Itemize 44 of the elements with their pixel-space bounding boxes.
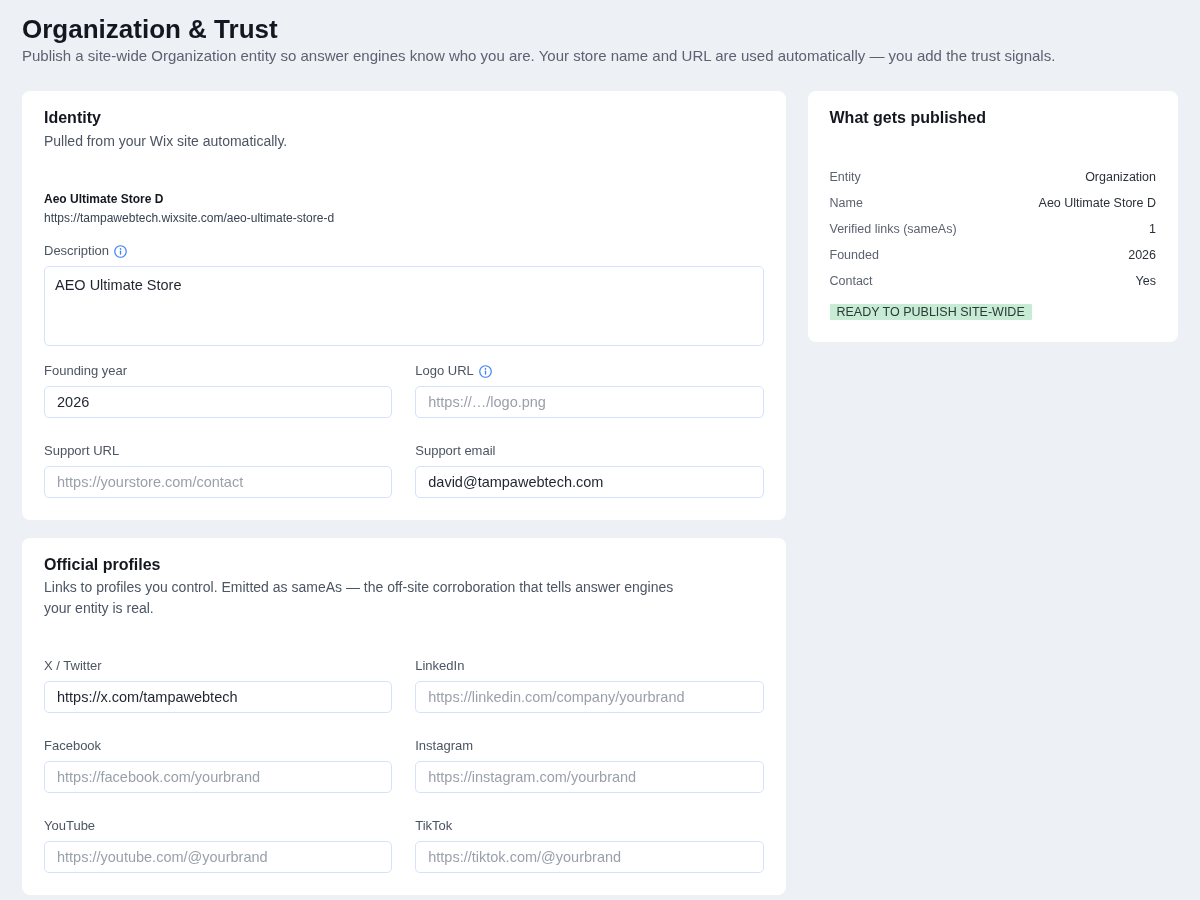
input-field[interactable]: https://facebook.com/yourbrand [44,761,393,793]
summary-value: 2026 [1128,246,1156,264]
input-field[interactable]: https://tiktok.com/@yourbrand [415,841,764,873]
page-subtitle: Publish a site-wide Organization entity so answer engines know who you are. Your store name and URL are used automatically — you add the trust signals. [22,47,1057,65]
store-url: https://tampawebtech.wixsite.com/aeo-ultimate-store-d [44,210,336,226]
field-label: TikTok [415,817,453,835]
description-field[interactable]: AEO Ultimate Store [44,266,764,346]
field-label: Facebook [44,737,102,755]
card-subtitle: Pulled from your Wix site automatically. [44,132,289,151]
store-name: Aeo Ultimate Store D [44,191,165,207]
card-title: Identity [44,108,102,128]
input-field[interactable]: https://…/logo.png [415,386,764,418]
input-field[interactable]: https://youtube.com/@yourbrand [44,841,393,873]
card-title: What gets published [829,108,987,128]
info-icon[interactable] [114,244,128,258]
input-field[interactable]: https://yourstore.com/contact [44,466,393,498]
summary-label: Contact [829,272,873,290]
card-subtitle: Links to profiles you control. Emitted as sameAs — the off-site corroboration that tells answer engines your entity is real. [44,578,675,618]
field-label: Founding year [44,362,128,380]
field-label: Instagram [415,737,474,755]
summary-value: Aeo Ultimate Store D [1038,194,1156,212]
summary-label: Verified links (sameAs) [829,220,957,238]
field-label: Logo URL [415,362,474,380]
field-label: Support URL [44,442,120,460]
summary-label: Founded [829,246,879,264]
input-field[interactable]: https://x.com/tampawebtech [44,681,393,713]
field-label: YouTube [44,817,96,835]
summary-value: 1 [1149,220,1156,238]
input-field[interactable]: https://linkedin.com/company/yourbrand [415,681,764,713]
card-title: Official profiles [44,555,162,575]
input-field[interactable]: 2026 [44,386,393,418]
field-label: Support email [415,442,496,460]
status-badge: READY TO PUBLISH SITE-WIDE [829,304,1032,320]
page-title: Organization & Trust [22,14,279,44]
summary-label: Entity [829,168,861,186]
field-label: X / Twitter [44,657,102,675]
input-field[interactable]: david@tampawebtech.com [415,466,764,498]
summary-value: Yes [1135,272,1156,290]
field-label: Description [44,242,110,260]
info-icon[interactable] [478,364,492,378]
field-label: LinkedIn [415,657,465,675]
input-field[interactable]: https://instagram.com/yourbrand [415,761,764,793]
summary-value: Organization [1085,168,1156,186]
summary-label: Name [829,194,863,212]
